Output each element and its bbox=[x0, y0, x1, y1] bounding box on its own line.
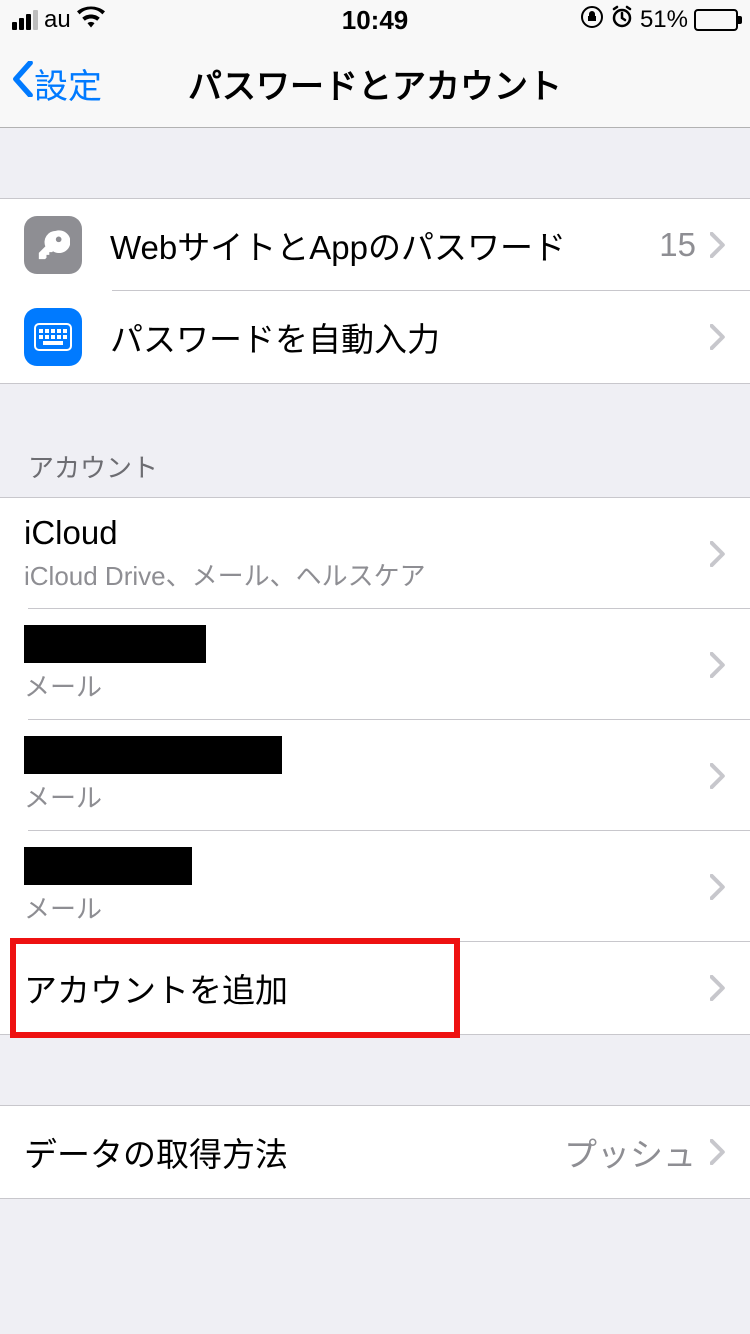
accounts-section: アカウント iCloudiCloud Drive、メール、ヘルスケアメールメール… bbox=[0, 384, 750, 1035]
back-button[interactable]: 設定 bbox=[12, 59, 102, 108]
account-title: iCloud bbox=[24, 514, 118, 552]
accounts-header: アカウント bbox=[0, 448, 750, 497]
cell-detail: 15 bbox=[659, 226, 696, 264]
account-cell[interactable]: iCloud iCloud Drive、メール、ヘルスケア bbox=[0, 498, 750, 609]
fetch-group: データの取得方法 プッシュ bbox=[0, 1105, 750, 1199]
nav-bar: 設定 パスワードとアカウント bbox=[0, 40, 750, 128]
battery-icon bbox=[694, 9, 738, 31]
account-cell[interactable]: メール bbox=[0, 720, 750, 831]
accounts-group: iCloudiCloud Drive、メール、ヘルスケアメールメールメールアカウ… bbox=[0, 497, 750, 1035]
section-gap bbox=[0, 1035, 750, 1105]
section-gap bbox=[0, 128, 750, 198]
orientation-lock-icon bbox=[580, 5, 604, 36]
chevron-right-icon bbox=[710, 324, 726, 350]
account-cell[interactable]: メール bbox=[0, 831, 750, 942]
key-icon bbox=[24, 216, 82, 274]
chevron-left-icon bbox=[12, 61, 34, 106]
autofill-passwords-cell[interactable]: パスワードを自動入力 bbox=[0, 291, 750, 383]
chevron-right-icon bbox=[710, 1139, 726, 1165]
signal-strength-icon bbox=[12, 10, 38, 30]
status-time: 10:49 bbox=[342, 5, 409, 36]
chevron-right-icon bbox=[710, 874, 726, 900]
section-gap bbox=[0, 384, 750, 448]
alarm-icon bbox=[610, 5, 634, 36]
chevron-right-icon bbox=[710, 541, 726, 567]
account-subtitle: メール bbox=[24, 667, 726, 704]
redacted-account-name bbox=[24, 847, 192, 885]
chevron-right-icon bbox=[710, 232, 726, 258]
page-title: パスワードとアカウント bbox=[188, 59, 562, 108]
chevron-right-icon bbox=[710, 975, 726, 1001]
wifi-icon bbox=[77, 6, 105, 35]
passwords-group: WebサイトとAppのパスワード 15 パスワードを自動入力 bbox=[0, 198, 750, 384]
status-right: 51% bbox=[580, 5, 738, 36]
account-cell[interactable]: メール bbox=[0, 609, 750, 720]
add-account-cell[interactable]: アカウントを追加 bbox=[0, 942, 750, 1034]
keyboard-icon bbox=[24, 308, 82, 366]
battery-percent: 51% bbox=[640, 6, 688, 34]
cell-detail: プッシュ bbox=[564, 1128, 696, 1176]
cell-label: パスワードを自動入力 bbox=[110, 313, 710, 361]
redacted-account-name bbox=[24, 625, 206, 663]
account-subtitle: メール bbox=[24, 889, 726, 926]
cell-label: データの取得方法 bbox=[24, 1128, 564, 1176]
status-left: au bbox=[12, 6, 105, 35]
status-bar: au 10:49 51% bbox=[0, 0, 750, 40]
account-subtitle: iCloud Drive、メール、ヘルスケア bbox=[24, 556, 726, 593]
redacted-account-name bbox=[24, 736, 282, 774]
chevron-right-icon bbox=[710, 652, 726, 678]
cell-label: WebサイトとAppのパスワード bbox=[110, 221, 659, 269]
account-subtitle: メール bbox=[24, 778, 726, 815]
cell-label: アカウントを追加 bbox=[24, 964, 710, 1012]
back-label: 設定 bbox=[34, 59, 102, 108]
fetch-schedule-cell[interactable]: データの取得方法 プッシュ bbox=[0, 1106, 750, 1198]
chevron-right-icon bbox=[710, 763, 726, 789]
carrier-label: au bbox=[44, 6, 71, 34]
websites-apps-passwords-cell[interactable]: WebサイトとAppのパスワード 15 bbox=[0, 199, 750, 291]
